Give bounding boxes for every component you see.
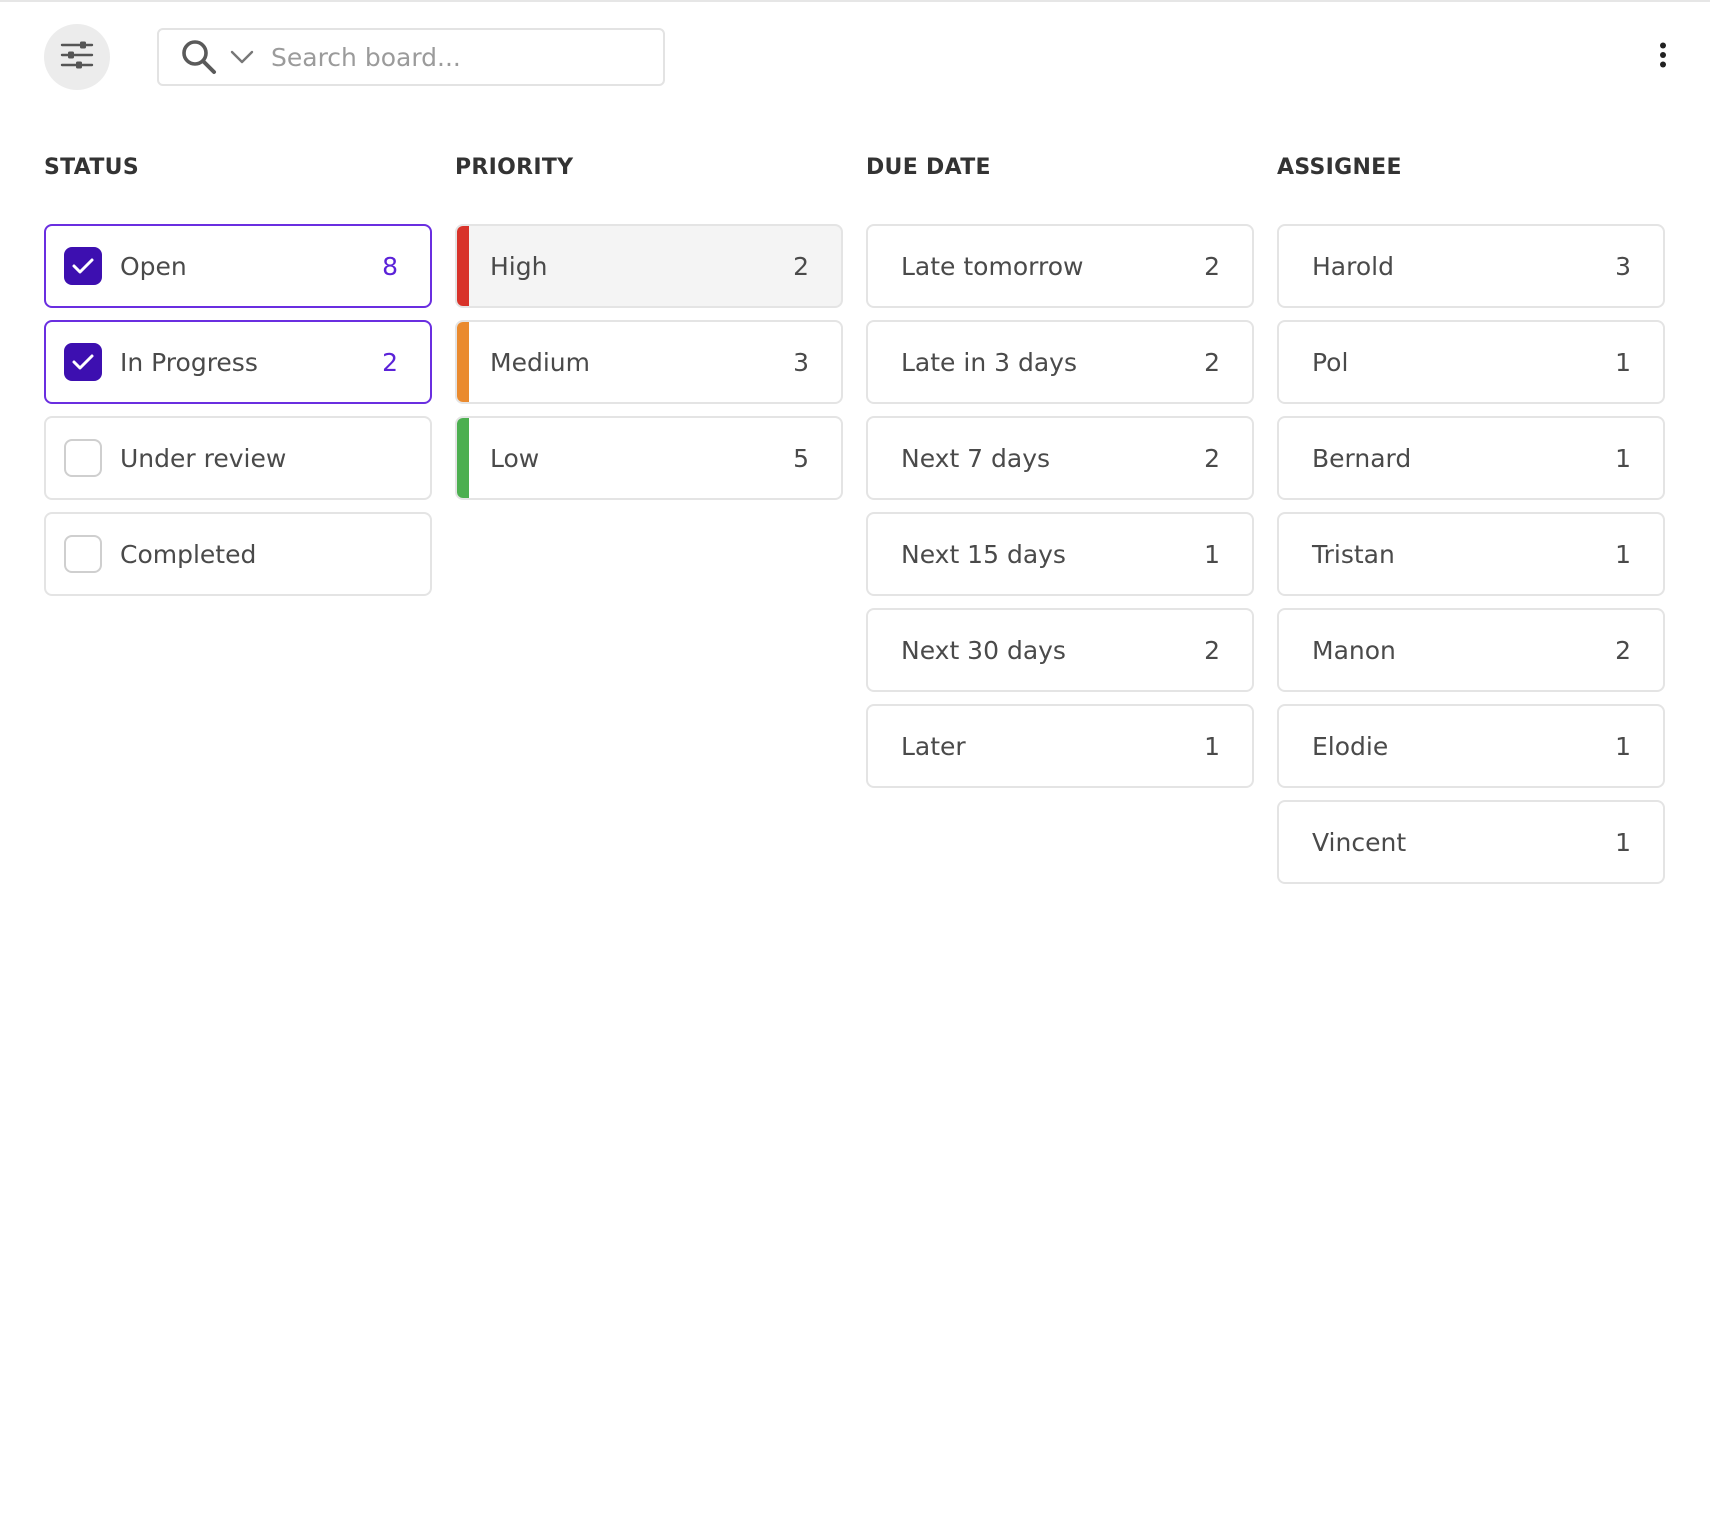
assignee-item[interactable]: Manon 2 xyxy=(1277,608,1665,692)
status-checkbox-in-progress[interactable] xyxy=(64,343,102,381)
assignee-label: Manon xyxy=(1312,635,1396,665)
due-date-count: 2 xyxy=(1204,443,1220,473)
due-date-label: Later xyxy=(901,731,966,761)
priority-count: 2 xyxy=(793,251,809,281)
assignee-label: Bernard xyxy=(1312,443,1412,473)
filter-toggle-button[interactable] xyxy=(44,24,110,90)
due-date-label: Next 7 days xyxy=(901,443,1051,473)
more-vertical-icon xyxy=(1659,42,1667,72)
due-date-item[interactable]: Next 7 days 2 xyxy=(866,416,1254,500)
assignee-count: 1 xyxy=(1615,827,1631,857)
priority-item-low[interactable]: Low 5 xyxy=(455,416,843,500)
status-checkbox-under-review[interactable] xyxy=(64,439,102,477)
status-count: 8 xyxy=(382,251,398,281)
assignee-list: Harold 3 Pol 1 Bernard 1 Tristan 1 Manon… xyxy=(1277,224,1665,884)
priority-label: High xyxy=(490,251,548,281)
assignee-count: 1 xyxy=(1615,539,1631,569)
assignee-label: Tristan xyxy=(1312,539,1395,569)
due-date-count: 2 xyxy=(1204,251,1220,281)
priority-count: 3 xyxy=(793,347,809,377)
toolbar xyxy=(0,0,1710,120)
assignee-label: Pol xyxy=(1312,347,1349,377)
due-date-label: Late tomorrow xyxy=(901,251,1084,281)
priority-item-high[interactable]: High 2 xyxy=(455,224,843,308)
status-count: 2 xyxy=(382,347,398,377)
priority-color-bar xyxy=(457,322,469,402)
due-date-list: Late tomorrow 2 Late in 3 days 2 Next 7 … xyxy=(866,224,1254,788)
assignee-item[interactable]: Harold 3 xyxy=(1277,224,1665,308)
status-list: Open 8 In Progress 2 Under review Comple… xyxy=(44,224,432,596)
assignee-label: Harold xyxy=(1312,251,1394,281)
check-icon xyxy=(72,258,94,274)
assignee-count: 2 xyxy=(1615,635,1631,665)
status-label: Under review xyxy=(120,443,287,473)
assignee-count: 3 xyxy=(1615,251,1631,281)
due-date-column: DUE DATE Late tomorrow 2 Late in 3 days … xyxy=(866,150,1254,884)
due-date-label: Next 30 days xyxy=(901,635,1066,665)
due-date-count: 1 xyxy=(1204,731,1220,761)
due-date-item[interactable]: Late in 3 days 2 xyxy=(866,320,1254,404)
priority-label: Medium xyxy=(490,347,590,377)
priority-color-bar xyxy=(457,226,469,306)
assignee-item[interactable]: Vincent 1 xyxy=(1277,800,1665,884)
status-checkbox-open[interactable] xyxy=(64,247,102,285)
assignee-item[interactable]: Pol 1 xyxy=(1277,320,1665,404)
due-date-count: 2 xyxy=(1204,347,1220,377)
chevron-down-icon[interactable] xyxy=(227,42,257,72)
assignee-count: 1 xyxy=(1615,347,1631,377)
due-date-item[interactable]: Late tomorrow 2 xyxy=(866,224,1254,308)
more-options-button[interactable] xyxy=(1648,34,1678,80)
status-label: Open xyxy=(120,251,187,281)
due-date-label: Late in 3 days xyxy=(901,347,1077,377)
assignee-label: Elodie xyxy=(1312,731,1389,761)
priority-color-bar xyxy=(457,418,469,498)
due-date-title: DUE DATE xyxy=(866,155,991,180)
assignee-item[interactable]: Elodie 1 xyxy=(1277,704,1665,788)
priority-column: PRIORITY High 2 Medium 3 Low 5 xyxy=(455,150,843,884)
assignee-title: ASSIGNEE xyxy=(1277,155,1402,180)
due-date-label: Next 15 days xyxy=(901,539,1066,569)
priority-title: PRIORITY xyxy=(455,155,574,180)
assignee-column: ASSIGNEE Harold 3 Pol 1 Bernard 1 Trista… xyxy=(1277,150,1665,884)
sliders-icon xyxy=(60,40,94,74)
due-date-count: 2 xyxy=(1204,635,1220,665)
due-date-count: 1 xyxy=(1204,539,1220,569)
assignee-count: 1 xyxy=(1615,731,1631,761)
filter-columns: STATUS Open 8 In Progress 2 Under review xyxy=(44,150,1665,884)
assignee-item[interactable]: Tristan 1 xyxy=(1277,512,1665,596)
search-icon[interactable] xyxy=(179,37,219,77)
status-item-under-review[interactable]: Under review xyxy=(44,416,432,500)
status-title: STATUS xyxy=(44,155,139,180)
check-icon xyxy=(72,354,94,370)
status-label: Completed xyxy=(120,539,257,569)
status-item-open[interactable]: Open 8 xyxy=(44,224,432,308)
assignee-item[interactable]: Bernard 1 xyxy=(1277,416,1665,500)
status-label: In Progress xyxy=(120,347,258,377)
status-column: STATUS Open 8 In Progress 2 Under review xyxy=(44,150,432,884)
due-date-item[interactable]: Next 30 days 2 xyxy=(866,608,1254,692)
status-checkbox-completed[interactable] xyxy=(64,535,102,573)
assignee-count: 1 xyxy=(1615,443,1631,473)
due-date-item[interactable]: Next 15 days 1 xyxy=(866,512,1254,596)
status-item-completed[interactable]: Completed xyxy=(44,512,432,596)
search-box[interactable] xyxy=(157,28,665,86)
assignee-label: Vincent xyxy=(1312,827,1407,857)
status-item-in-progress[interactable]: In Progress 2 xyxy=(44,320,432,404)
priority-list: High 2 Medium 3 Low 5 xyxy=(455,224,843,500)
search-input[interactable] xyxy=(269,41,633,73)
priority-label: Low xyxy=(490,443,540,473)
due-date-item[interactable]: Later 1 xyxy=(866,704,1254,788)
priority-item-medium[interactable]: Medium 3 xyxy=(455,320,843,404)
priority-count: 5 xyxy=(793,443,809,473)
